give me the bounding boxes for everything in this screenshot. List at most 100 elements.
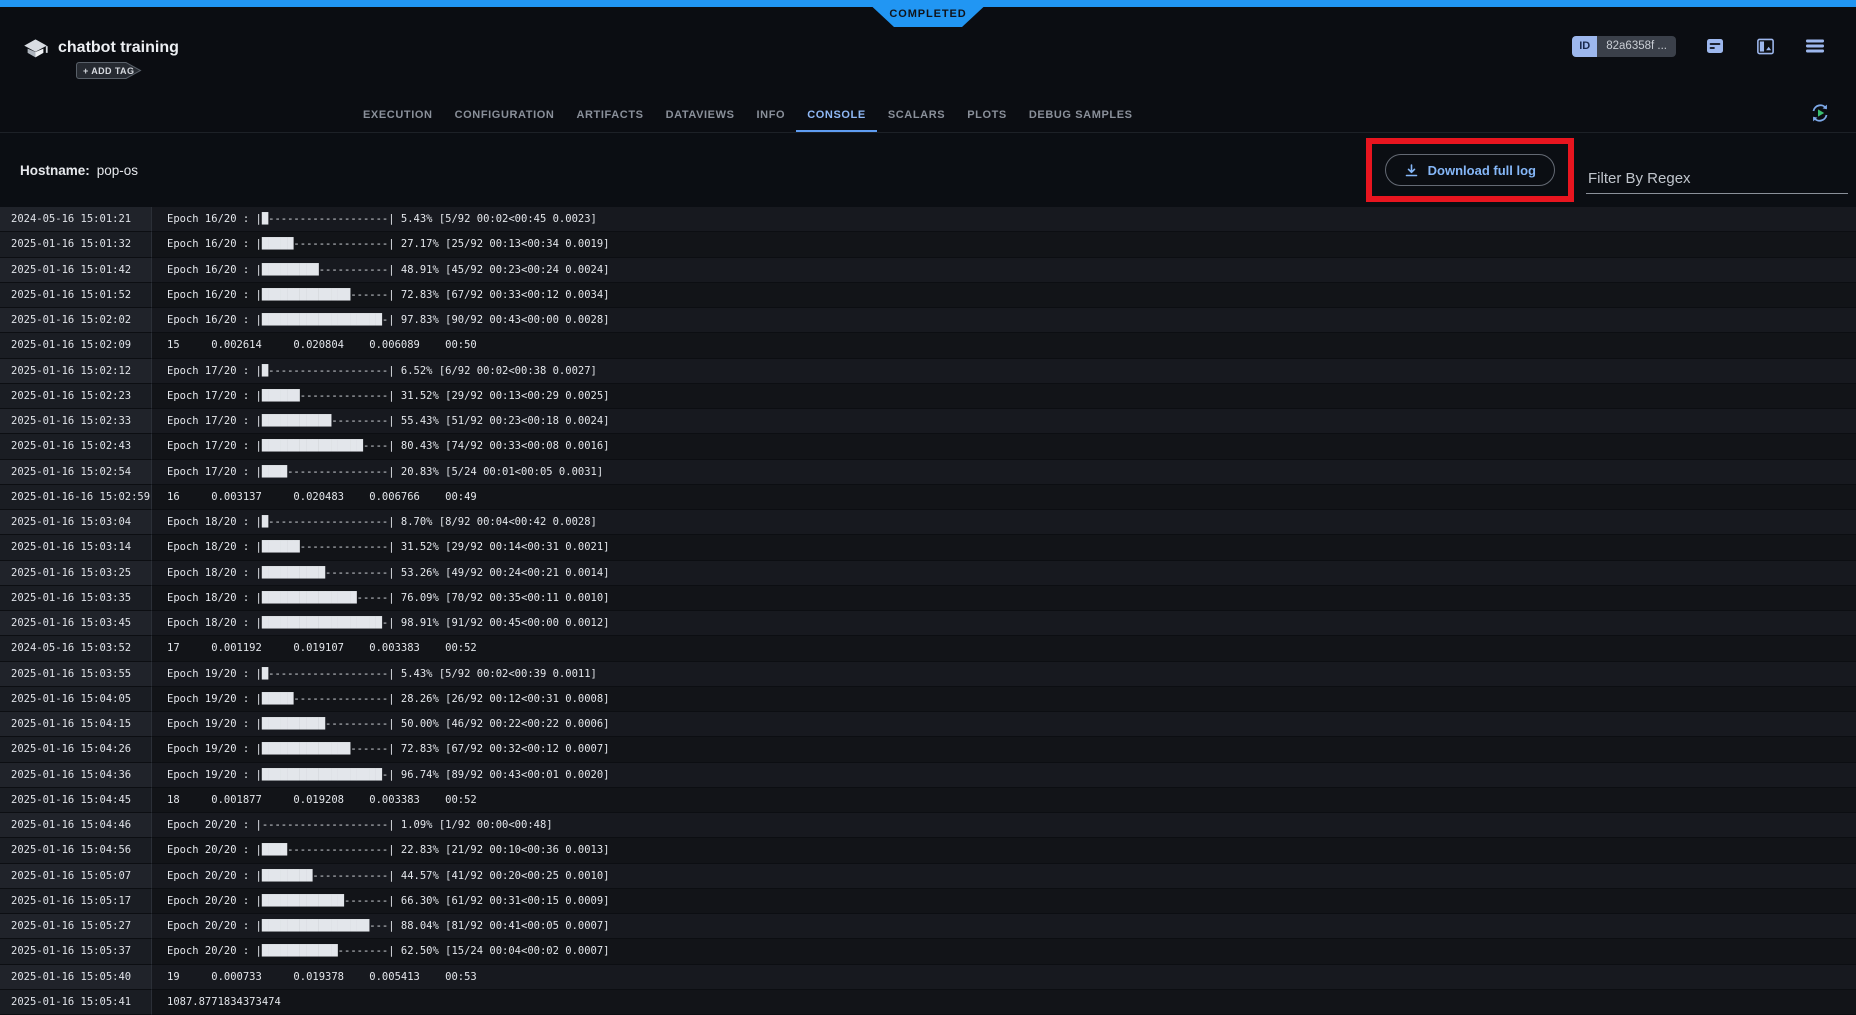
log-message: Epoch 17/20 : |█-------------------| 6.5…: [152, 359, 1856, 384]
id-value: 82a6358f ...: [1597, 36, 1676, 57]
log-message: 18 0.001877 0.019208 0.003383 00:52: [152, 788, 1856, 813]
log-row[interactable]: 2025-01-16 15:04:46 Epoch 20/20 : |-----…: [0, 813, 1856, 838]
log-message: Epoch 19/20 : |██████████----------| 50.…: [152, 712, 1856, 737]
log-row[interactable]: 2025-01-16 15:01:52 Epoch 16/20 : |█████…: [0, 283, 1856, 308]
log-message: Epoch 17/20 : |████████████████----| 80.…: [152, 434, 1856, 459]
log-row[interactable]: 2025-01-16 15:02:43 Epoch 17/20 : |█████…: [0, 434, 1856, 459]
status-badge-label: COMPLETED: [889, 8, 966, 20]
log-timestamp: 2025-01-16 15:02:09: [0, 333, 152, 358]
log-row[interactable]: 2025-01-16 15:02:54 Epoch 17/20 : |████-…: [0, 460, 1856, 485]
tab-info[interactable]: INFO: [746, 109, 797, 132]
menu-icon[interactable]: [1804, 35, 1826, 57]
tab-label: SCALARS: [888, 109, 945, 121]
tab-label: INFO: [757, 109, 786, 121]
add-tag-label: + ADD TAG: [83, 62, 134, 79]
log-row[interactable]: 2025-01-16-16 15:02:59 16 0.003137 0.020…: [0, 485, 1856, 510]
auto-refresh-icon[interactable]: [1808, 101, 1832, 125]
comments-icon[interactable]: [1704, 35, 1726, 57]
tab-label: ARTIFACTS: [576, 109, 643, 121]
log-row[interactable]: 2025-01-16 15:03:55 Epoch 19/20 : |█----…: [0, 662, 1856, 687]
log-message: Epoch 17/20 : |███████████---------| 55.…: [152, 409, 1856, 434]
log-timestamp: 2025-01-16 15:01:32: [0, 232, 152, 257]
log-row[interactable]: 2025-01-16 15:05:17 Epoch 20/20 : |█████…: [0, 889, 1856, 914]
tab-configuration[interactable]: CONFIGURATION: [444, 109, 566, 132]
tab-artifacts[interactable]: ARTIFACTS: [565, 109, 654, 132]
log-timestamp: 2025-01-16 15:04:46: [0, 813, 152, 838]
log-row[interactable]: 2025-01-16 15:01:42 Epoch 16/20 : |█████…: [0, 258, 1856, 283]
log-message: Epoch 16/20 : |█-------------------| 5.4…: [152, 207, 1856, 232]
log-timestamp: 2025-01-16 15:05:27: [0, 914, 152, 939]
experiment-id-badge[interactable]: ID 82a6358f ...: [1572, 36, 1676, 57]
annotation-highlight-box: Download full log: [1366, 138, 1574, 202]
filter-field-wrap: [1586, 164, 1848, 194]
tab-dataviews[interactable]: DATAVIEWS: [655, 109, 746, 132]
log-timestamp: 2025-01-16 15:02:43: [0, 434, 152, 459]
log-timestamp: 2025-01-16 15:04:56: [0, 838, 152, 863]
log-row[interactable]: 2025-01-16 15:01:32 Epoch 16/20 : |█████…: [0, 232, 1856, 257]
log-row[interactable]: 2025-01-16 15:04:56 Epoch 20/20 : |████-…: [0, 838, 1856, 863]
filter-by-regex-input[interactable]: [1586, 164, 1848, 194]
download-full-log-button[interactable]: Download full log: [1385, 154, 1555, 186]
log-message: Epoch 16/20 : |███████████████████-| 97.…: [152, 308, 1856, 333]
log-row[interactable]: 2025-01-16 15:05:40 19 0.000733 0.019378…: [0, 965, 1856, 990]
log-row[interactable]: 2025-01-16 15:03:25 Epoch 18/20 : |█████…: [0, 561, 1856, 586]
log-row[interactable]: 2025-01-16 15:02:33 Epoch 17/20 : |█████…: [0, 409, 1856, 434]
log-row[interactable]: 2025-01-16 15:04:05 Epoch 19/20 : |█████…: [0, 687, 1856, 712]
log-timestamp: 2025-01-16 15:03:35: [0, 586, 152, 611]
log-message: Epoch 18/20 : |███████████████████-| 98.…: [152, 611, 1856, 636]
add-tag-button[interactable]: + ADD TAG: [76, 62, 142, 79]
tab-label: CONSOLE: [807, 109, 866, 121]
log-message: 15 0.002614 0.020804 0.006089 00:50: [152, 333, 1856, 358]
log-timestamp: 2025-01-16 15:04:26: [0, 737, 152, 762]
log-row[interactable]: 2025-01-16 15:05:37 Epoch 20/20 : |█████…: [0, 939, 1856, 964]
log-row[interactable]: 2025-01-16 15:03:14 Epoch 18/20 : |█████…: [0, 535, 1856, 560]
tabs: EXECUTION CONFIGURATION ARTIFACTS DATAVI…: [352, 90, 1856, 132]
log-message: Epoch 17/20 : |██████--------------| 31.…: [152, 384, 1856, 409]
page-title: chatbot training: [58, 39, 179, 57]
log-timestamp: 2025-01-16 15:02:02: [0, 308, 152, 333]
log-row[interactable]: 2025-01-16 15:04:45 18 0.001877 0.019208…: [0, 788, 1856, 813]
log-message: Epoch 20/20 : |████████------------| 44.…: [152, 864, 1856, 889]
tab-debug-samples[interactable]: DEBUG SAMPLES: [1018, 109, 1144, 132]
tab-plots[interactable]: PLOTS: [956, 109, 1018, 132]
log-row[interactable]: 2025-01-16 15:04:15 Epoch 19/20 : |█████…: [0, 712, 1856, 737]
log-row[interactable]: 2025-01-16 15:03:35 Epoch 18/20 : |█████…: [0, 586, 1856, 611]
details-panel-icon[interactable]: [1754, 35, 1776, 57]
log-timestamp: 2025-01-16 15:05:37: [0, 939, 152, 964]
tab-execution[interactable]: EXECUTION: [352, 109, 444, 132]
log-row[interactable]: 2025-01-16 15:03:04 Epoch 18/20 : |█----…: [0, 510, 1856, 535]
log-row[interactable]: 2025-01-16 15:02:02 Epoch 16/20 : |█████…: [0, 308, 1856, 333]
log-row[interactable]: 2025-01-16 15:04:26 Epoch 19/20 : |█████…: [0, 737, 1856, 762]
tab-scalars[interactable]: SCALARS: [877, 109, 956, 132]
log-timestamp: 2025-01-16 15:04:05: [0, 687, 152, 712]
log-row[interactable]: 2025-01-16 15:05:07 Epoch 20/20 : |█████…: [0, 864, 1856, 889]
log-row[interactable]: 2025-01-16 15:05:27 Epoch 20/20 : |█████…: [0, 914, 1856, 939]
log-row[interactable]: 2025-01-16 15:02:23 Epoch 17/20 : |█████…: [0, 384, 1856, 409]
tab-bar: EXECUTION CONFIGURATION ARTIFACTS DATAVI…: [0, 90, 1856, 133]
download-label: Download full log: [1428, 163, 1536, 178]
log-timestamp: 2025-01-16 15:03:14: [0, 535, 152, 560]
log-message: 17 0.001192 0.019107 0.003383 00:52: [152, 636, 1856, 661]
log-row[interactable]: 2024-05-16 15:03:52 17 0.001192 0.019107…: [0, 636, 1856, 661]
hostname-value: pop-os: [97, 163, 138, 178]
log-row[interactable]: 2025-01-16 15:02:12 Epoch 17/20 : |█----…: [0, 359, 1856, 384]
log-message: Epoch 19/20 : |██████████████------| 72.…: [152, 737, 1856, 762]
log-message: Epoch 19/20 : |█████---------------| 28.…: [152, 687, 1856, 712]
log-row[interactable]: 2024-05-16 15:01:21 Epoch 16/20 : |█----…: [0, 207, 1856, 232]
tab-label: PLOTS: [967, 109, 1007, 121]
log-row[interactable]: 2025-01-16 15:05:41 1087.8771834373474: [0, 990, 1856, 1015]
header-actions: ID 82a6358f ...: [1572, 35, 1826, 57]
tab-console[interactable]: CONSOLE: [796, 109, 877, 132]
log-row[interactable]: 2025-01-16 15:03:45 Epoch 18/20 : |█████…: [0, 611, 1856, 636]
log-timestamp: 2024-05-16 15:03:52: [0, 636, 152, 661]
tab-label: DATAVIEWS: [666, 109, 735, 121]
log-row[interactable]: 2025-01-16 15:02:09 15 0.002614 0.020804…: [0, 333, 1856, 358]
log-message: Epoch 20/20 : |████████████--------| 62.…: [152, 939, 1856, 964]
log-row[interactable]: 2025-01-16 15:04:36 Epoch 19/20 : |█████…: [0, 763, 1856, 788]
log-message: Epoch 19/20 : |█-------------------| 5.4…: [152, 662, 1856, 687]
log-timestamp: 2025-01-16 15:02:33: [0, 409, 152, 434]
id-label: ID: [1572, 36, 1597, 57]
log-timestamp: 2025-01-16-16 15:02:59: [0, 485, 152, 510]
log-timestamp: 2025-01-16 15:04:15: [0, 712, 152, 737]
hostname-label: Hostname:: [20, 163, 90, 178]
